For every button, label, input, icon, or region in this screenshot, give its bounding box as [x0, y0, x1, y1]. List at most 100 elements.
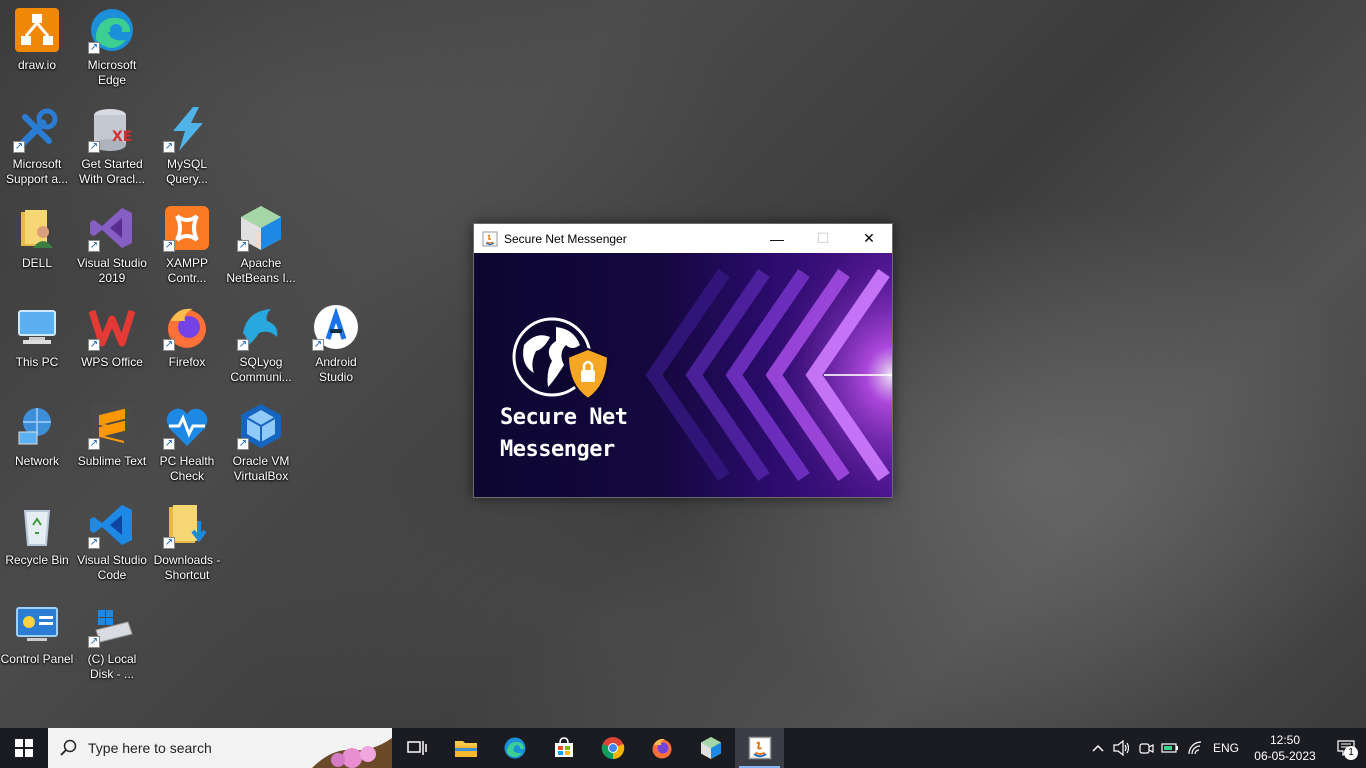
desktop-icon-android-studio[interactable]: ↗ Android Studio	[299, 299, 373, 391]
xampp-icon: ↗	[163, 204, 211, 252]
taskbar-chrome[interactable]	[588, 728, 637, 768]
shortcut-arrow-icon: ↗	[163, 438, 175, 450]
taskbar-edge[interactable]	[490, 728, 539, 768]
desktop-icon-label: Visual Studio 2019	[77, 256, 147, 285]
taskbar-search-box[interactable]: Type here to search	[48, 728, 392, 768]
shield-icon	[566, 347, 610, 401]
desktop-icon-label: Microsoft Edge	[87, 58, 137, 87]
shortcut-arrow-icon: ↗	[312, 339, 324, 351]
firefox-icon: ↗	[163, 303, 211, 351]
splash-panel: Secure Net Messenger	[474, 253, 892, 497]
desktop-icon-downloads[interactable]: ↗ Downloads - Shortcut	[150, 497, 224, 589]
network-status-button[interactable]	[1182, 728, 1208, 768]
netbeans-icon	[700, 737, 721, 759]
battery-button[interactable]	[1158, 728, 1182, 768]
chevron-up-icon	[1092, 744, 1104, 752]
disk-icon: ↗	[88, 600, 136, 648]
desktop-icon-control-panel[interactable]: Control Panel	[0, 596, 74, 688]
system-tray: ENG 12:50 06-05-2023 1	[1086, 728, 1366, 768]
desktop-icon-label: draw.io	[17, 58, 57, 72]
shortcut-arrow-icon: ↗	[163, 537, 175, 549]
desktop-icon-firefox[interactable]: ↗ Firefox	[150, 299, 224, 391]
desktop-icon-label: (C) Local Disk - ...	[87, 652, 137, 681]
shortcut-arrow-icon: ↗	[13, 141, 25, 153]
desktop-icon-pc-health-check[interactable]: ↗ PC Health Check	[150, 398, 224, 490]
task-view-button[interactable]	[392, 728, 441, 768]
shortcut-arrow-icon: ↗	[88, 537, 100, 549]
shortcut-arrow-icon: ↗	[163, 141, 175, 153]
window-titlebar[interactable]: Secure Net Messenger — ☐ ✕	[474, 224, 892, 253]
java-icon	[748, 736, 771, 760]
desktop-icon-label: WPS Office	[81, 355, 143, 369]
desktop-icon-recycle-bin[interactable]: Recycle Bin	[0, 497, 74, 589]
firefox-icon	[652, 738, 671, 759]
battery-icon	[1161, 743, 1178, 753]
taskbar-firefox[interactable]	[637, 728, 686, 768]
taskbar-file-explorer[interactable]	[441, 728, 490, 768]
edge-icon	[504, 737, 525, 759]
show-hidden-icons-button[interactable]	[1086, 728, 1110, 768]
meet-now-button[interactable]	[1134, 728, 1158, 768]
downloads-folder-icon: ↗	[163, 501, 211, 549]
shortcut-arrow-icon: ↗	[88, 438, 100, 450]
desktop-icon-label: SQLyog Communi...	[230, 355, 292, 384]
desktop-icon-sublime-text[interactable]: ↗ Sublime Text	[75, 398, 149, 490]
desktop-icon-microsoft-support[interactable]: ↗ Microsoft Support a...	[0, 101, 74, 193]
desktop-icon-label: Get Started With Oracl...	[78, 157, 145, 186]
input-language-button[interactable]: ENG	[1208, 728, 1244, 768]
close-button[interactable]: ✕	[846, 224, 892, 253]
shortcut-arrow-icon: ↗	[88, 141, 100, 153]
network-icon	[13, 402, 61, 450]
virtualbox-icon: ↗	[237, 402, 285, 450]
shortcut-arrow-icon: ↗	[163, 240, 175, 252]
desktop-icon-drawio[interactable]: draw.io	[0, 2, 74, 94]
visual-studio-icon: ↗	[88, 204, 136, 252]
task-view-icon	[406, 741, 427, 755]
desktop-icon-netbeans[interactable]: ↗ Apache NetBeans I...	[224, 200, 298, 292]
shortcut-arrow-icon: ↗	[237, 339, 249, 351]
action-center-button[interactable]: 1	[1326, 728, 1366, 768]
shortcut-arrow-icon: ↗	[88, 339, 100, 351]
netbeans-icon: ↗	[237, 204, 285, 252]
desktop-icon-local-disk[interactable]: ↗ (C) Local Disk - ...	[75, 596, 149, 688]
minimize-button[interactable]: —	[754, 224, 800, 253]
control-panel-icon	[13, 600, 61, 648]
sublime-icon: ↗	[88, 402, 136, 450]
desktop-icon-label: This PC	[15, 355, 59, 369]
clock-time: 12:50	[1269, 733, 1301, 747]
splash-title-line1: Secure Net	[500, 405, 628, 430]
computer-icon	[13, 303, 61, 351]
vscode-icon: ↗	[88, 501, 136, 549]
shortcut-arrow-icon: ↗	[237, 438, 249, 450]
desktop-icon-wps-office[interactable]: ↗ WPS Office	[75, 299, 149, 391]
clock-date: 06-05-2023	[1254, 749, 1316, 763]
java-icon	[482, 231, 498, 246]
taskbar-netbeans[interactable]	[686, 728, 735, 768]
clock[interactable]: 12:50 06-05-2023	[1244, 728, 1326, 768]
wps-icon: ↗	[88, 303, 136, 351]
desktop-icon-this-pc[interactable]: This PC	[0, 299, 74, 391]
taskbar-store[interactable]	[539, 728, 588, 768]
desktop-icon-virtualbox[interactable]: ↗ Oracle VM VirtualBox	[224, 398, 298, 490]
desktop-icon-microsoft-edge[interactable]: ↗ Microsoft Edge	[75, 2, 149, 94]
drawio-icon	[13, 6, 61, 54]
desktop-icon-vscode[interactable]: ↗ Visual Studio Code	[75, 497, 149, 589]
taskbar-java-app[interactable]	[735, 728, 784, 768]
desktop-icon-sqlyog[interactable]: ↗ SQLyog Communi...	[224, 299, 298, 391]
desktop-icon-label: Network	[14, 454, 59, 468]
desktop-icon-label: Control Panel	[0, 652, 74, 666]
desktop-icon-oracle[interactable]: XE ↗ Get Started With Oracl...	[75, 101, 149, 193]
desktop-icon-xampp[interactable]: ↗ XAMPP Contr...	[150, 200, 224, 292]
start-button[interactable]	[0, 728, 48, 768]
search-placeholder: Type here to search	[88, 740, 212, 756]
maximize-button: ☐	[816, 230, 830, 246]
desktop-icon-mysql-query[interactable]: ↗ MySQL Query...	[150, 101, 224, 193]
desktop-icon-label: Oracle VM VirtualBox	[232, 454, 290, 483]
desktop-icon-network[interactable]: Network	[0, 398, 74, 490]
desktop-icon-label: XAMPP Contr...	[165, 256, 208, 285]
secure-net-messenger-window[interactable]: Secure Net Messenger — ☐ ✕ Secure Net Me…	[473, 223, 893, 498]
desktop-icon-visual-studio-2019[interactable]: ↗ Visual Studio 2019	[75, 200, 149, 292]
desktop-icon-dell[interactable]: DELL	[0, 200, 74, 292]
volume-button[interactable]	[1110, 728, 1134, 768]
shortcut-arrow-icon: ↗	[163, 339, 175, 351]
